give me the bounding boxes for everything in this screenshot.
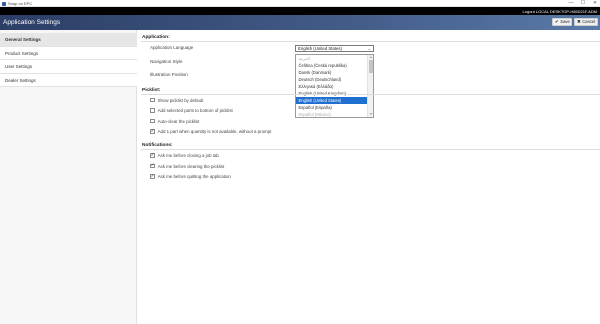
application-section-title: Application: xyxy=(142,35,170,40)
language-option[interactable]: العربية xyxy=(296,55,368,62)
language-option[interactable]: Ελληνικά (Ελλάδα) xyxy=(296,83,368,90)
picklist-option-label: Add selected parts to bottom of picklist xyxy=(157,108,233,113)
language-option[interactable]: Dansk (Danmark) xyxy=(296,69,368,76)
chevron-down-icon: ⌄ xyxy=(367,45,371,51)
language-option[interactable]: Deutsch (Deutschland) xyxy=(296,76,368,83)
notification-option-label: Ask me before quitting the application xyxy=(157,174,231,179)
navigation-style-label: Navigation Style xyxy=(150,58,183,64)
language-option[interactable]: Čeština (Česká republika) xyxy=(296,62,368,69)
window-controls: — ☐ ✕ xyxy=(568,0,598,7)
minimize-icon[interactable]: — xyxy=(568,0,574,7)
checkbox[interactable] xyxy=(150,108,155,113)
language-label: Application Language xyxy=(150,45,194,50)
save-label: Save xyxy=(560,19,570,25)
notification-option-row[interactable]: Ask me before quitting the application xyxy=(150,174,231,180)
section-divider xyxy=(141,149,600,150)
section-divider xyxy=(141,94,600,95)
sidebar-item-product[interactable]: Product Settings xyxy=(0,46,137,60)
language-option[interactable]: English (United Kingdom) xyxy=(296,90,368,97)
notification-option-row[interactable]: Ask me before clearing the picklist xyxy=(150,163,224,169)
scrollbar-thumb[interactable] xyxy=(369,59,373,73)
language-option[interactable]: Español (México) xyxy=(296,111,368,117)
notification-option-label: Ask me before clearing the picklist xyxy=(157,163,225,169)
language-select[interactable]: English (United States) ⌄ xyxy=(295,44,374,52)
checkbox-checked[interactable] xyxy=(150,129,155,134)
sidebar-item-general[interactable]: General Settings xyxy=(0,33,137,47)
picklist-option-row[interactable]: Add selected parts to bottom of picklist xyxy=(150,108,233,114)
language-option-selected[interactable]: English (United States) xyxy=(296,96,368,104)
save-button[interactable]: ✔ Save xyxy=(552,18,572,26)
window-titlebar: Snap on EPC — ☐ ✕ xyxy=(0,0,600,7)
page-title: Application Settings xyxy=(3,19,61,26)
app-logo-icon xyxy=(2,1,6,6)
language-selected-value: English (United States) xyxy=(298,45,342,51)
picklist-option-row[interactable]: Add 1 part when quantity is not availabl… xyxy=(150,129,271,135)
cancel-button[interactable]: ✖ Cancel xyxy=(574,18,598,26)
checkbox-checked[interactable] xyxy=(150,174,155,179)
window-title: Snap on EPC xyxy=(8,1,33,6)
picklist-option-row[interactable]: Auto-clear the picklist xyxy=(150,118,199,124)
checkbox-checked[interactable] xyxy=(150,153,155,158)
dropdown-scrollbar[interactable]: ▲ ▼ xyxy=(367,54,373,117)
checkbox[interactable] xyxy=(150,97,155,103)
notifications-section-title: Notifications: xyxy=(142,143,173,148)
language-option[interactable]: Español (España) xyxy=(296,104,368,111)
sidebar-item-dealer[interactable]: Dealer Settings xyxy=(0,73,137,87)
picklist-option-label: Add 1 part when quantity is not availabl… xyxy=(157,129,272,134)
maximize-icon[interactable]: ☐ xyxy=(580,0,586,7)
language-dropdown-list[interactable]: العربية Čeština (Česká republika) Dansk … xyxy=(295,53,374,118)
checkbox[interactable] xyxy=(150,118,155,124)
user-bar: Logout LOCAL DESKTOP-H65D21F.ADM xyxy=(0,7,600,15)
checkmark-icon: ✔ xyxy=(555,18,559,24)
notification-option-row[interactable]: Ask me before closing a job tab xyxy=(150,153,219,159)
picklist-option-row[interactable]: Show picklist by default xyxy=(150,97,203,103)
settings-sidebar: General Settings Product Settings User S… xyxy=(0,30,137,324)
picklist-option-label: Show picklist by default xyxy=(157,97,204,103)
close-x-icon: ✖ xyxy=(577,18,581,24)
picklist-section-title: Picklist: xyxy=(142,88,161,93)
app-header: Logout LOCAL DESKTOP-H65D21F.ADM Applica… xyxy=(0,7,600,30)
close-icon[interactable]: ✕ xyxy=(592,0,598,7)
illustration-position-label: Illustration Position xyxy=(150,71,188,77)
scroll-down-icon[interactable]: ▼ xyxy=(368,112,373,117)
section-divider xyxy=(141,41,600,42)
picklist-option-label: Auto-clear the picklist xyxy=(157,118,200,124)
logout-link[interactable]: Logout LOCAL DESKTOP-H65D21F.ADM xyxy=(523,9,597,14)
cancel-label: Cancel xyxy=(582,19,596,25)
sidebar-item-user[interactable]: User Settings xyxy=(0,60,137,74)
notification-option-label: Ask me before closing a job tab xyxy=(157,153,219,158)
checkbox-checked[interactable] xyxy=(150,163,155,169)
